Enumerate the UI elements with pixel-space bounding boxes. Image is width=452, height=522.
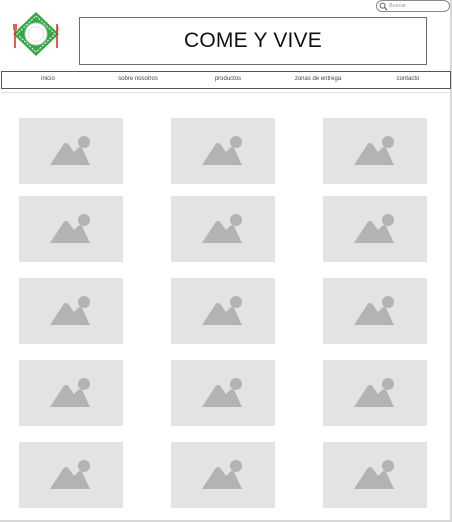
product-image-placeholder[interactable] [19, 360, 123, 426]
image-placeholder-icon [202, 460, 242, 489]
image-placeholder-icon [50, 460, 90, 489]
product-image-placeholder[interactable] [171, 442, 275, 508]
site-title-banner: COME Y VIVE [79, 17, 427, 65]
image-placeholder-icon [354, 460, 394, 489]
product-image-placeholder[interactable] [171, 360, 275, 426]
nav-item-productos[interactable]: productos [215, 76, 241, 82]
image-placeholder-icon [354, 136, 394, 165]
image-placeholder-icon [354, 214, 394, 243]
search-box[interactable] [376, 0, 450, 12]
product-image-placeholder[interactable] [171, 118, 275, 184]
search-icon[interactable] [379, 2, 388, 11]
product-image-placeholder[interactable] [323, 360, 427, 426]
product-image-placeholder[interactable] [19, 278, 123, 344]
image-placeholder-icon [202, 296, 242, 325]
main-navigation: inicio sobre nosotros productos zonas de… [1, 71, 451, 89]
product-image-placeholder[interactable] [323, 278, 427, 344]
image-placeholder-icon [50, 136, 90, 165]
image-placeholder-icon [354, 296, 394, 325]
product-image-placeholder[interactable] [19, 442, 123, 508]
product-image-placeholder[interactable] [19, 196, 123, 262]
image-placeholder-icon [202, 136, 242, 165]
image-placeholder-icon [50, 378, 90, 407]
product-image-placeholder[interactable] [323, 118, 427, 184]
nav-item-inicio[interactable]: inicio [41, 76, 55, 82]
image-placeholder-icon [202, 214, 242, 243]
nav-item-zonas-de-entrega[interactable]: zonas de entrega [295, 76, 341, 82]
product-image-placeholder[interactable] [323, 196, 427, 262]
header-divider [1, 92, 449, 93]
image-placeholder-icon [354, 378, 394, 407]
site-title: COME Y VIVE [184, 29, 322, 52]
nav-item-contacto[interactable]: contacto [397, 76, 420, 82]
image-placeholder-icon [50, 214, 90, 243]
image-placeholder-icon [202, 378, 242, 407]
nav-item-sobre-nosotros[interactable]: sobre nosotros [118, 76, 158, 82]
logo-icon [13, 12, 59, 56]
search-input[interactable] [388, 1, 449, 11]
product-image-placeholder[interactable] [19, 118, 123, 184]
product-image-placeholder[interactable] [171, 278, 275, 344]
product-image-placeholder[interactable] [171, 196, 275, 262]
product-image-placeholder[interactable] [323, 442, 427, 508]
image-placeholder-icon [50, 296, 90, 325]
